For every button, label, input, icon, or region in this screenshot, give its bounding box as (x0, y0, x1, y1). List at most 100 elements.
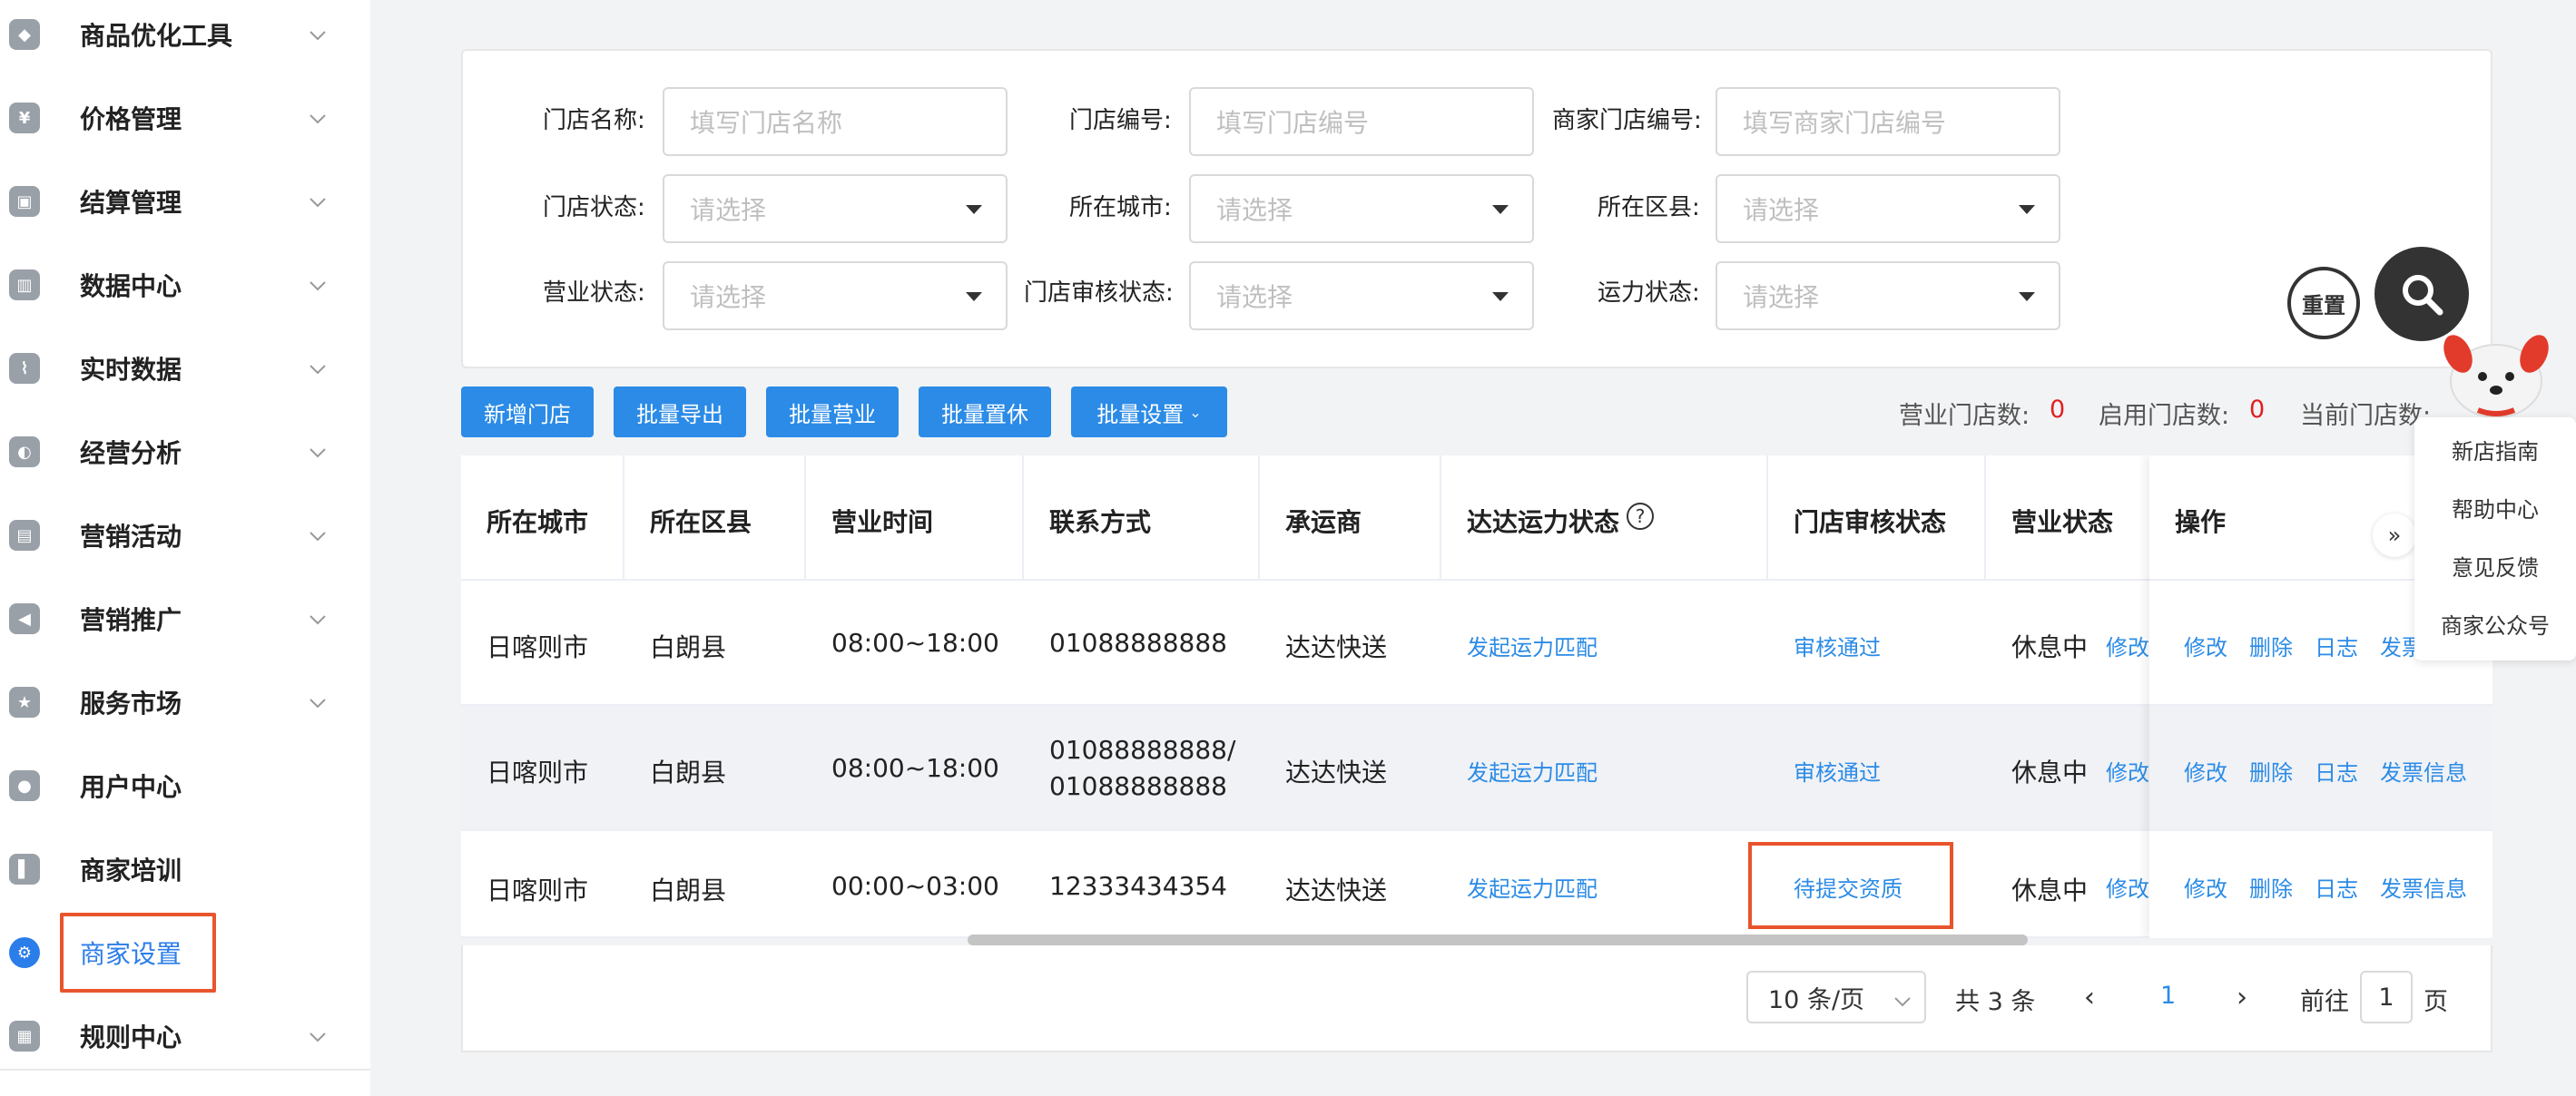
chevron-down-icon (309, 278, 326, 292)
sidebar-item-realtime[interactable]: ⌇ 实时数据 (0, 336, 370, 401)
col-capacity-status: 达达运力状态 (1467, 507, 1620, 537)
district-select[interactable]: 请选择 (1716, 174, 2060, 243)
sidebar-item-price[interactable]: ¥ 价格管理 (0, 85, 370, 151)
log-link[interactable]: 日志 (2315, 871, 2358, 903)
page-size-select[interactable]: 10 条/页 (1746, 971, 1926, 1023)
start-capacity-match-link[interactable]: 发起运力匹配 (1467, 755, 1598, 787)
edit-link[interactable]: 修改 (2184, 871, 2227, 903)
help-menu: 新店指南 帮助中心 意见反馈 商家公众号 (2414, 417, 2576, 661)
current-stores-label: 当前门店数: (2300, 402, 2432, 430)
horizontal-scrollbar[interactable] (968, 935, 2028, 945)
sidebar-item-service-market[interactable]: ★ 服务市场 (0, 670, 370, 735)
feedback-link[interactable]: 意见反馈 (2414, 550, 2576, 582)
sidebar-item-label: 商品优化工具 (80, 21, 233, 51)
edit-status-link[interactable]: 修改 (2106, 630, 2149, 661)
store-no-input[interactable]: 填写门店编号 (1189, 87, 1534, 156)
sidebar-item-data-center[interactable]: ▥ 数据中心 (0, 252, 370, 318)
batch-rest-button[interactable]: 批量置休 (919, 387, 1051, 437)
mascot-avatar[interactable] (2433, 327, 2560, 426)
prev-page-button[interactable]: ‹ (2084, 982, 2095, 1013)
double-chevron-right-icon: » (2387, 523, 2402, 548)
city-select[interactable]: 请选择 (1189, 174, 1534, 243)
cell-phone: 12333434354 (1049, 871, 1227, 901)
cell-carrier: 达达快送 (1285, 632, 1388, 662)
batch-export-button[interactable]: 批量导出 (614, 387, 746, 437)
help-icon[interactable]: ? (1627, 503, 1654, 530)
edit-status-link[interactable]: 修改 (2106, 755, 2149, 787)
cube-icon: ◆ (9, 19, 40, 50)
sidebar-item-settlement[interactable]: ▣ 结算管理 (0, 169, 370, 234)
log-link[interactable]: 日志 (2315, 630, 2358, 661)
add-store-button[interactable]: 新增门店 (461, 387, 594, 437)
book-icon: ▌ (9, 854, 40, 885)
cell-carrier: 达达快送 (1285, 876, 1388, 905)
sidebar-item-label: 营销推广 (80, 605, 182, 635)
log-link[interactable]: 日志 (2315, 755, 2358, 787)
goto-label: 前往 (2300, 988, 2349, 1016)
help-center-link[interactable]: 帮助中心 (2414, 492, 2576, 524)
caret-down-icon (1492, 292, 1509, 301)
store-table: 所在城市 所在区县 营业时间 联系方式 承运商 达达运力状态 ? 门店审核状态 … (461, 455, 2492, 938)
official-account-link[interactable]: 商家公众号 (2414, 608, 2576, 640)
sidebar-item-label: 服务市场 (80, 689, 182, 719)
sidebar-item-promotion[interactable]: ◀ 营销推广 (0, 586, 370, 651)
edit-link[interactable]: 修改 (2184, 630, 2227, 661)
chevron-down-icon (309, 361, 326, 376)
page-size-value: 10 条/页 (1768, 985, 1865, 1014)
expand-columns-button[interactable]: » (2373, 514, 2416, 557)
merchant-store-no-label: 商家门店编号: (1552, 107, 1702, 134)
goto-page-input[interactable]: 1 (2360, 971, 2413, 1023)
select-placeholder: 请选择 (690, 195, 767, 225)
chevron-down-icon (309, 1029, 326, 1043)
batch-open-button[interactable]: 批量营业 (766, 387, 899, 437)
business-status-select[interactable]: 请选择 (663, 261, 1008, 330)
audit-status-link[interactable]: 审核通过 (1794, 755, 1881, 787)
select-placeholder: 请选择 (1216, 282, 1293, 312)
city-label: 所在城市: (1069, 194, 1172, 221)
enabled-stores-value: 0 (2249, 396, 2266, 424)
reset-button[interactable]: 重置 (2287, 267, 2360, 339)
edit-link[interactable]: 修改 (2184, 755, 2227, 787)
chevron-down-icon (309, 111, 326, 125)
sidebar-item-user-center[interactable]: ● 用户中心 (0, 753, 370, 818)
select-placeholder: 请选择 (1743, 195, 1820, 225)
business-status-label: 营业状态: (543, 279, 645, 307)
star-icon: ★ (9, 687, 40, 718)
start-capacity-match-link[interactable]: 发起运力匹配 (1467, 630, 1598, 661)
batch-settings-button[interactable]: 批量设置 ⌄ (1071, 387, 1227, 437)
sidebar-item-product-tools[interactable]: ◆ 商品优化工具 (0, 2, 370, 67)
store-status-select[interactable]: 请选择 (663, 174, 1008, 243)
invoice-link[interactable]: 发票信息 (2380, 871, 2467, 903)
caret-down-icon (966, 292, 982, 301)
merchant-store-no-input[interactable]: 填写商家门店编号 (1716, 87, 2060, 156)
start-capacity-match-link[interactable]: 发起运力匹配 (1467, 871, 1598, 903)
invoice-link[interactable]: 发票信息 (2380, 755, 2467, 787)
cell-district: 白朗县 (650, 876, 727, 905)
delete-link[interactable]: 删除 (2249, 630, 2293, 661)
capacity-status-label: 运力状态: (1598, 279, 1700, 307)
data-icon: ▥ (9, 269, 40, 300)
sidebar-item-analysis[interactable]: ◐ 经营分析 (0, 419, 370, 484)
page-number-current[interactable]: 1 (2160, 982, 2176, 1010)
store-name-input[interactable]: 填写门店名称 (663, 87, 1008, 156)
chevron-down-icon (309, 27, 326, 42)
sidebar-item-label: 用户中心 (80, 772, 182, 802)
sidebar-item-rules[interactable]: ▦ 规则中心 (0, 1003, 370, 1069)
sidebar-item-marketing[interactable]: ▤ 营销活动 (0, 503, 370, 568)
capacity-status-select[interactable]: 请选择 (1716, 261, 2060, 330)
delete-link[interactable]: 删除 (2249, 871, 2293, 903)
cell-district: 白朗县 (650, 632, 727, 662)
edit-status-link[interactable]: 修改 (2106, 871, 2149, 903)
sidebar-item-training[interactable]: ▌ 商家培训 (0, 837, 370, 902)
total-count: 共 3 条 (1955, 988, 2036, 1016)
audit-status-select[interactable]: 请选择 (1189, 261, 1534, 330)
next-page-button[interactable]: › (2237, 982, 2247, 1013)
col-city: 所在城市 (487, 507, 589, 537)
caret-down-icon (1492, 205, 1509, 214)
caret-down-icon (2019, 205, 2035, 214)
delete-link[interactable]: 删除 (2249, 755, 2293, 787)
audit-status-link[interactable]: 审核通过 (1794, 630, 1881, 661)
sidebar-item-label: 结算管理 (80, 188, 182, 218)
new-store-guide-link[interactable]: 新店指南 (2414, 434, 2576, 465)
divider (0, 1069, 370, 1071)
